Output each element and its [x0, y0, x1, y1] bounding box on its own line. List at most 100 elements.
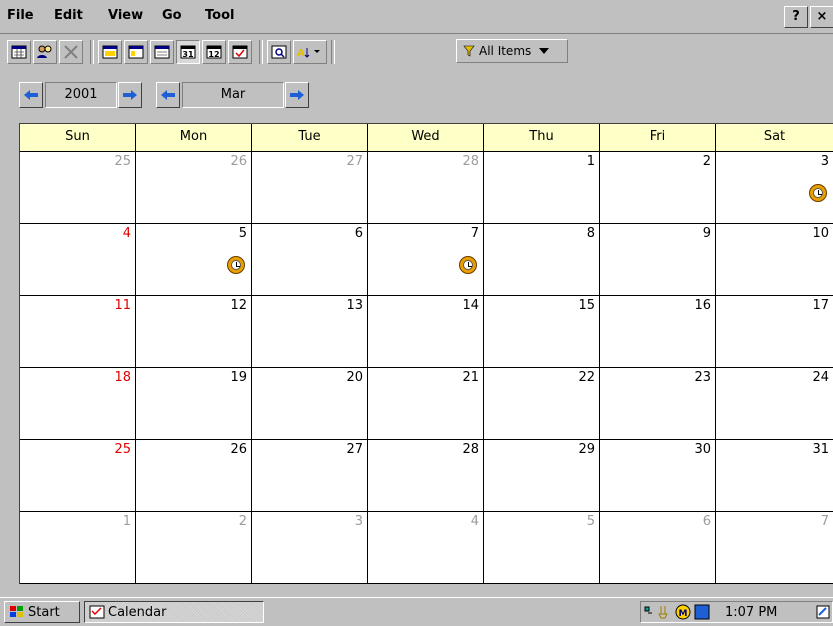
- day-cell[interactable]: 18: [20, 368, 136, 440]
- day-number: 21: [462, 370, 479, 385]
- day-view-button[interactable]: [124, 40, 148, 64]
- day-number: 23: [694, 370, 711, 385]
- day-cell[interactable]: 20: [252, 368, 368, 440]
- day-number: 13: [346, 298, 363, 313]
- day-number: 3: [354, 514, 363, 529]
- day-number: 7: [470, 226, 479, 241]
- calendar-app-icon: [89, 605, 105, 619]
- day-cell[interactable]: 6: [600, 512, 716, 584]
- taskbar-calendar-label: Calendar: [108, 604, 167, 620]
- day-cell[interactable]: 5: [136, 224, 252, 296]
- day-number: 3: [820, 154, 829, 169]
- day-cell[interactable]: 25: [20, 440, 136, 512]
- day-cell[interactable]: 25: [20, 152, 136, 224]
- day-cell[interactable]: 2: [600, 152, 716, 224]
- next-year-button[interactable]: [118, 82, 142, 108]
- day-cell[interactable]: 13: [252, 296, 368, 368]
- day-cell[interactable]: 23: [600, 368, 716, 440]
- help-button[interactable]: ?: [784, 6, 808, 28]
- day-cell[interactable]: 3: [716, 152, 833, 224]
- month-field[interactable]: Mar: [182, 82, 284, 108]
- agenda-view-button[interactable]: [98, 40, 122, 64]
- day-cell[interactable]: 28: [368, 152, 484, 224]
- day-number: 4: [122, 226, 131, 241]
- day-number: 28: [462, 442, 479, 457]
- day-number: 1: [586, 154, 595, 169]
- day-header-mon: Mon: [136, 124, 252, 152]
- desktop-icon[interactable]: [813, 602, 833, 622]
- day-cell[interactable]: 8: [484, 224, 600, 296]
- day-cell[interactable]: 2: [136, 512, 252, 584]
- new-appointment-button[interactable]: [7, 40, 31, 64]
- year-field[interactable]: 2001: [45, 82, 117, 108]
- taskbar-calendar-button[interactable]: Calendar: [84, 601, 264, 623]
- today-check-icon: [232, 45, 248, 59]
- day-number: 12: [230, 298, 247, 313]
- start-button[interactable]: Start: [4, 601, 80, 623]
- day-cell[interactable]: 1: [484, 152, 600, 224]
- day-cell[interactable]: 27: [252, 440, 368, 512]
- find-contacts-button[interactable]: [33, 40, 57, 64]
- month-view-button[interactable]: 31: [176, 40, 200, 64]
- menu-edit[interactable]: Edit: [54, 8, 83, 23]
- day-cell[interactable]: 28: [368, 440, 484, 512]
- week-view-button[interactable]: [150, 40, 174, 64]
- day-cell[interactable]: 21: [368, 368, 484, 440]
- day-number: 25: [114, 154, 131, 169]
- day-cell[interactable]: 14: [368, 296, 484, 368]
- day-header-thu: Thu: [484, 124, 600, 152]
- day-cell[interactable]: 26: [136, 152, 252, 224]
- sort-button[interactable]: A: [293, 40, 327, 64]
- day-number: 16: [694, 298, 711, 313]
- day-cell[interactable]: 11: [20, 296, 136, 368]
- day-cell[interactable]: 16: [600, 296, 716, 368]
- day-cell[interactable]: 1: [20, 512, 136, 584]
- prev-month-button[interactable]: [156, 82, 180, 108]
- menu-file[interactable]: File: [7, 8, 34, 23]
- day-cell[interactable]: 24: [716, 368, 833, 440]
- day-cell[interactable]: 7: [716, 512, 833, 584]
- day-cell[interactable]: 29: [484, 440, 600, 512]
- svg-text:M: M: [679, 609, 688, 619]
- next-month-button[interactable]: [285, 82, 309, 108]
- today-button[interactable]: [228, 40, 252, 64]
- day-cell[interactable]: 22: [484, 368, 600, 440]
- appointment-clock-icon[interactable]: [227, 256, 245, 274]
- day-cell[interactable]: 4: [20, 224, 136, 296]
- day-cell[interactable]: 19: [136, 368, 252, 440]
- calendar-icon: [11, 45, 27, 59]
- input-panel-icon: [694, 604, 710, 620]
- close-button[interactable]: ×: [810, 6, 833, 28]
- prev-year-button[interactable]: [19, 82, 43, 108]
- menu-view[interactable]: View: [108, 8, 143, 23]
- day-cell[interactable]: 10: [716, 224, 833, 296]
- category-filter-dropdown[interactable]: All Items: [456, 39, 568, 63]
- delete-button[interactable]: [59, 40, 83, 64]
- power-plug-icon: [658, 606, 668, 619]
- year-view-button[interactable]: 12: [202, 40, 226, 64]
- day-cell[interactable]: 7: [368, 224, 484, 296]
- agenda-icon: [102, 45, 118, 59]
- day-cell[interactable]: 5: [484, 512, 600, 584]
- day-cell[interactable]: 30: [600, 440, 716, 512]
- menu-tool[interactable]: Tool: [205, 8, 234, 23]
- find-button[interactable]: [267, 40, 291, 64]
- day-cell[interactable]: 26: [136, 440, 252, 512]
- day-header-wed: Wed: [368, 124, 484, 152]
- appointment-clock-icon[interactable]: [459, 256, 477, 274]
- arrow-right-icon: [290, 90, 304, 100]
- day-cell[interactable]: 3: [252, 512, 368, 584]
- day-cell[interactable]: 9: [600, 224, 716, 296]
- day-cell[interactable]: 12: [136, 296, 252, 368]
- day-cell[interactable]: 31: [716, 440, 833, 512]
- day-cell[interactable]: 6: [252, 224, 368, 296]
- separator: [259, 40, 263, 64]
- day-cell[interactable]: 17: [716, 296, 833, 368]
- day-number: 10: [812, 226, 829, 241]
- menu-go[interactable]: Go: [162, 8, 182, 23]
- day-cell[interactable]: 27: [252, 152, 368, 224]
- appointment-clock-icon[interactable]: [809, 184, 827, 202]
- day-cell[interactable]: 4: [368, 512, 484, 584]
- day-number: 28: [462, 154, 479, 169]
- day-cell[interactable]: 15: [484, 296, 600, 368]
